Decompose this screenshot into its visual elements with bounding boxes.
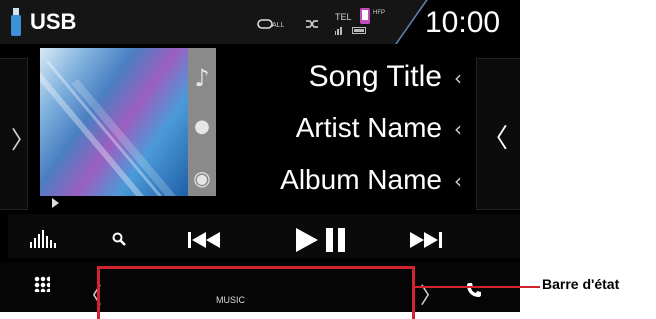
bottom-right-chevron-icon[interactable]: 〉 xyxy=(420,278,442,310)
equalizer-icon[interactable] xyxy=(30,228,58,248)
status-bar-callout: Barre d'état xyxy=(542,276,620,292)
menu-grid-icon[interactable] xyxy=(34,276,50,292)
album-artwork xyxy=(40,48,188,196)
bluetooth-phone-icon xyxy=(360,8,370,24)
previous-icon[interactable] xyxy=(188,232,222,248)
play-indicator-icon xyxy=(52,198,59,208)
search-icon[interactable] xyxy=(112,232,126,246)
album-name: Album Name xyxy=(280,164,442,195)
artist-scroll-icon[interactable]: ‹ xyxy=(454,117,462,141)
signal-icon xyxy=(335,27,342,35)
source-title[interactable]: USB xyxy=(30,9,76,35)
usb-icon xyxy=(11,8,21,36)
next-icon[interactable] xyxy=(410,232,444,248)
clock: 10:00 xyxy=(425,6,501,39)
song-title: Song Title xyxy=(308,60,442,93)
artist-name: Artist Name xyxy=(295,112,442,143)
play-pause-icon[interactable] xyxy=(296,228,348,252)
callout-leader-line xyxy=(412,286,540,288)
shuffle-icon[interactable] xyxy=(305,19,319,29)
album-icon: ◉ xyxy=(193,166,211,190)
music-note-icon: ♪ xyxy=(194,64,210,92)
hfp-label: HFP xyxy=(373,10,385,16)
repeat-label: ALL xyxy=(272,22,285,29)
song-title-scroll-icon[interactable]: ‹ xyxy=(454,66,462,90)
status-bar-highlight xyxy=(97,266,415,319)
phone-icon[interactable] xyxy=(466,282,482,298)
artist-icon: ● xyxy=(194,116,210,137)
chevron-left-icon[interactable]: 〈 xyxy=(482,118,508,155)
battery-icon xyxy=(352,27,366,34)
chevron-right-icon[interactable]: 〉 xyxy=(11,120,35,155)
tel-label: TEL xyxy=(335,12,352,22)
album-scroll-icon[interactable]: ‹ xyxy=(454,169,462,193)
